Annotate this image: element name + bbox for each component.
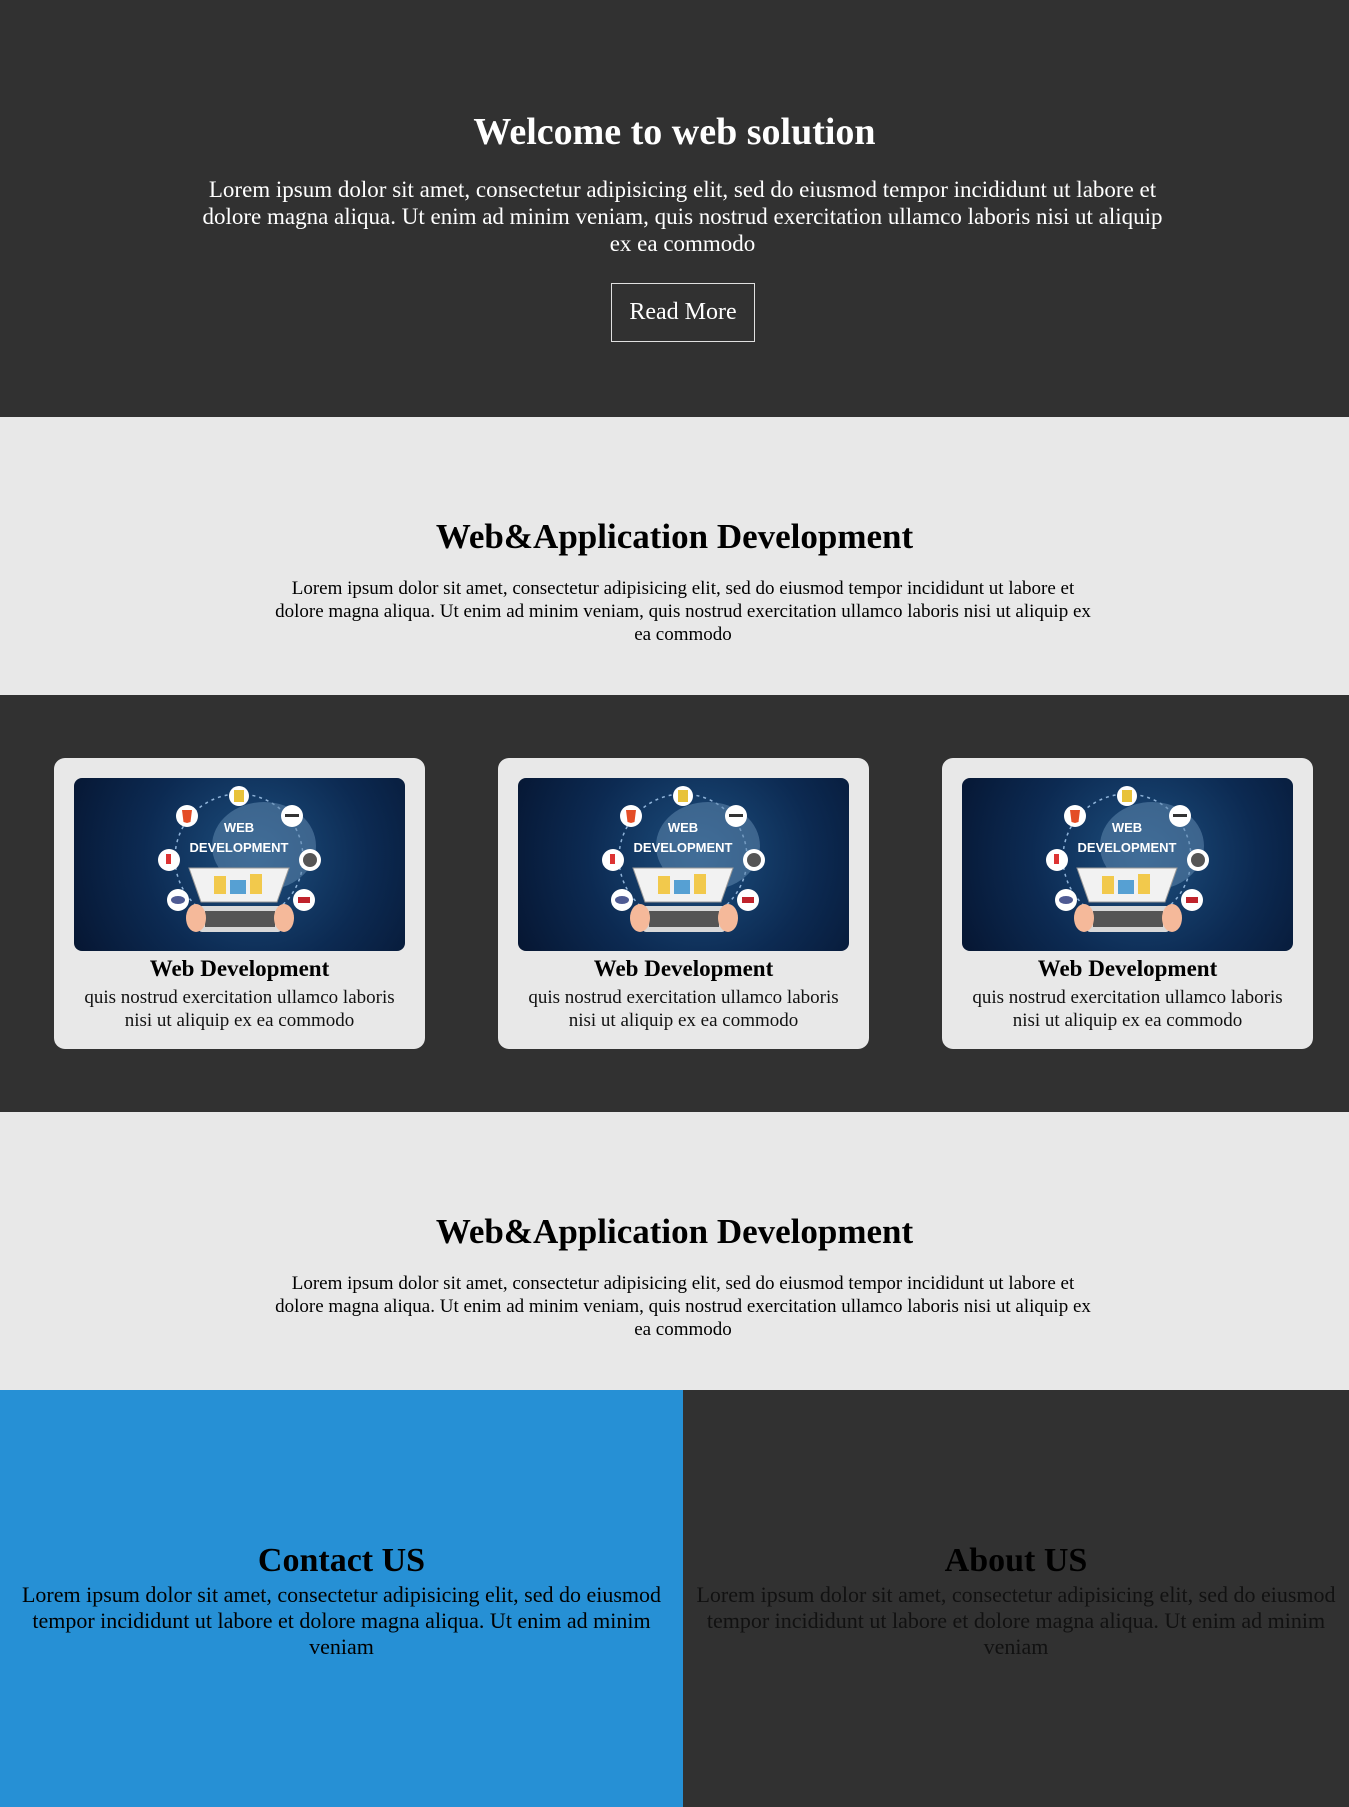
footer-split-section: Contact US Lorem ipsum dolor sit amet, c… bbox=[0, 1390, 1349, 1807]
image-label-web: WEB bbox=[1112, 820, 1142, 835]
section-title: Web&Application Development bbox=[435, 1212, 914, 1251]
web-development-image: WEB DEVELOPMENT bbox=[962, 778, 1293, 951]
section-text: Lorem ipsum dolor sit amet, consectetur … bbox=[275, 578, 1091, 645]
hero-text: Lorem ipsum dolor sit amet, consectetur … bbox=[202, 177, 1163, 256]
about-title: About US bbox=[944, 1542, 1088, 1579]
contact-panel: Contact US Lorem ipsum dolor sit amet, c… bbox=[0, 1390, 683, 1807]
about-panel: About US Lorem ipsum dolor sit amet, con… bbox=[683, 1390, 1349, 1807]
hero-section: Welcome to web solution Lorem ipsum dolo… bbox=[0, 0, 1349, 417]
services-intro-section: Web&Application Development Lorem ipsum … bbox=[0, 417, 1349, 695]
card-text: quis nostrud exercitation ullamco labori… bbox=[528, 987, 839, 1031]
image-label-web: WEB bbox=[224, 820, 254, 835]
image-label-web: WEB bbox=[668, 820, 698, 835]
section-text: Lorem ipsum dolor sit amet, consectetur … bbox=[275, 1273, 1091, 1340]
cards-section: WEB DEVELOPMENT Web Development quis nos… bbox=[0, 695, 1349, 1112]
image-label-development: DEVELOPMENT bbox=[190, 840, 289, 855]
card-title: Web Development bbox=[149, 956, 330, 981]
web-development-image: WEB DEVELOPMENT bbox=[518, 778, 849, 951]
card-text: quis nostrud exercitation ullamco labori… bbox=[972, 987, 1283, 1031]
web-development-image: WEB DEVELOPMENT bbox=[74, 778, 405, 951]
web-development-illustration: WEB DEVELOPMENT bbox=[158, 786, 321, 932]
image-label-development: DEVELOPMENT bbox=[1078, 840, 1177, 855]
service-card[interactable]: WEB DEVELOPMENT Web Development quis nos… bbox=[942, 758, 1313, 1049]
card-title: Web Development bbox=[1037, 956, 1218, 981]
hero-title: Welcome to web solution bbox=[473, 111, 876, 153]
contact-text: Lorem ipsum dolor sit amet, consectetur … bbox=[21, 1582, 662, 1659]
contact-title: Contact US bbox=[257, 1542, 426, 1579]
card-title: Web Development bbox=[593, 956, 774, 981]
read-more-button[interactable]: Read More bbox=[611, 283, 755, 342]
web-development-illustration: WEB DEVELOPMENT bbox=[602, 786, 765, 932]
card-text: quis nostrud exercitation ullamco labori… bbox=[84, 987, 395, 1031]
section-title: Web&Application Development bbox=[435, 517, 914, 556]
service-card[interactable]: WEB DEVELOPMENT Web Development quis nos… bbox=[498, 758, 869, 1049]
about-text: Lorem ipsum dolor sit amet, consectetur … bbox=[696, 1582, 1336, 1659]
web-development-illustration: WEB DEVELOPMENT bbox=[1046, 786, 1209, 932]
service-card[interactable]: WEB DEVELOPMENT Web Development quis nos… bbox=[54, 758, 425, 1049]
services-outro-section: Web&Application Development Lorem ipsum … bbox=[0, 1112, 1349, 1390]
image-label-development: DEVELOPMENT bbox=[634, 840, 733, 855]
